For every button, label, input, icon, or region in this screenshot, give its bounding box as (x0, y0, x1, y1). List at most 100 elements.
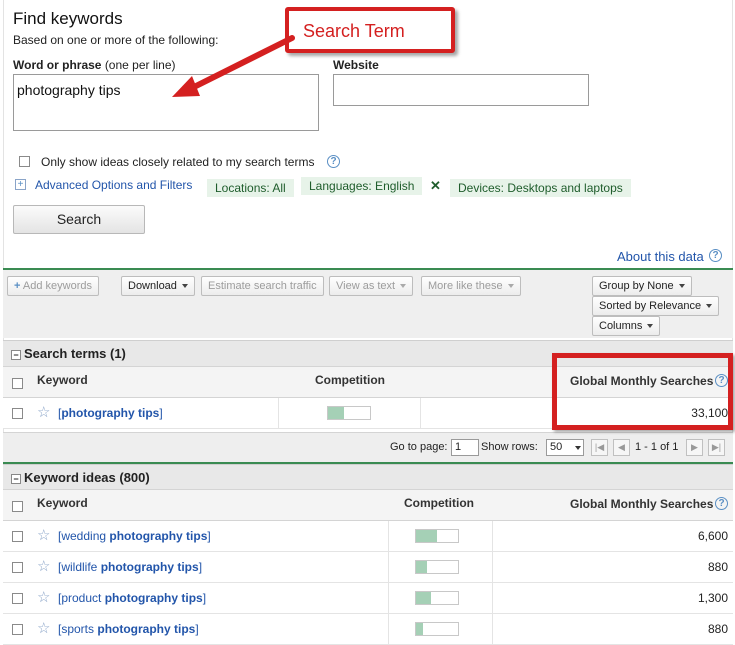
select-all-checkbox[interactable] (12, 378, 23, 389)
searches-column-header[interactable]: Global Monthly Searches (570, 497, 713, 511)
keyword-suffix: ] (207, 529, 211, 543)
row-checkbox[interactable] (12, 408, 23, 419)
competition-bar (415, 529, 459, 543)
chip-locations[interactable]: Locations: All (207, 179, 294, 197)
column-divider (492, 614, 493, 644)
keyword-column-header[interactable]: Keyword (37, 496, 88, 510)
help-icon[interactable]: ? (327, 155, 340, 168)
keyword-link[interactable]: [product photography tips] (58, 591, 206, 605)
collapse-icon[interactable]: − (11, 349, 21, 360)
add-keywords-label: Add keywords (22, 280, 92, 292)
download-label: Download (128, 280, 177, 292)
sorted-by-label: Sorted by Relevance (599, 300, 702, 312)
website-input[interactable] (333, 74, 589, 106)
competition-fill (416, 623, 423, 635)
chevron-down-icon (706, 304, 713, 309)
download-button[interactable]: Download (121, 276, 195, 296)
chevron-down-icon (678, 284, 685, 289)
keyword-prefix: [wildlife (58, 560, 101, 574)
more-like-these-label: More like these (428, 280, 503, 292)
keyword-link[interactable]: [sports photography tips] (58, 622, 199, 636)
chevron-down-icon (181, 284, 188, 289)
column-divider (492, 521, 493, 551)
columns-label: Columns (599, 320, 643, 332)
remove-language-icon[interactable]: ✕ (430, 178, 441, 194)
add-keywords-button[interactable]: + Add keywords (7, 276, 99, 296)
keyword-link[interactable]: [photography tips] (58, 406, 163, 420)
search-terms-title: Search terms (1) (24, 346, 126, 361)
keyword-suffix: ] (198, 560, 203, 574)
column-divider (278, 398, 279, 428)
collapse-icon[interactable]: − (11, 473, 21, 484)
chevron-down-icon (400, 284, 407, 289)
row-checkbox[interactable] (12, 624, 23, 635)
keyword-link[interactable]: [wildlife photography tips] (58, 560, 202, 574)
competition-fill (328, 407, 344, 419)
keyword-match: photography tips (100, 560, 199, 574)
highlight-box (552, 353, 733, 430)
keyword-prefix: [sports (58, 622, 98, 636)
keyword-match: photography tips (104, 591, 203, 605)
star-icon[interactable]: ☆ (37, 559, 50, 574)
keyword-suffix: ] (202, 591, 207, 605)
about-help-icon[interactable]: ? (709, 249, 722, 262)
page-range-text: 1 - 1 of 1 (635, 441, 679, 453)
competition-fill (416, 561, 428, 573)
first-page-icon[interactable]: |◀ (591, 439, 608, 456)
go-to-page-label: Go to page: (390, 441, 448, 453)
plus-icon[interactable]: + (15, 179, 26, 190)
competition-column-header[interactable]: Competition (315, 373, 385, 387)
row-checkbox[interactable] (12, 593, 23, 604)
advanced-options-link[interactable]: Advanced Options and Filters (35, 178, 192, 192)
view-as-text-label: View as text (336, 280, 396, 292)
keyword-ideas-header[interactable]: − Keyword ideas (800) (3, 464, 733, 490)
closely-related-checkbox[interactable] (19, 156, 30, 167)
group-by-button[interactable]: Group by None (592, 276, 692, 296)
arrow-icon (172, 35, 295, 97)
table-row: ☆ [wildlife photography tips] 880 (3, 552, 733, 583)
table-row: ☆ [product photography tips] 1,300 (3, 583, 733, 614)
chevron-down-icon (507, 284, 514, 289)
keyword-prefix: [wedding (58, 529, 110, 543)
sorted-by-button[interactable]: Sorted by Relevance (592, 296, 720, 316)
columns-button[interactable]: Columns (592, 316, 661, 336)
row-checkbox[interactable] (12, 562, 23, 573)
rows-per-page-select[interactable]: 50 (546, 439, 584, 456)
searches-help-icon[interactable]: ? (715, 497, 728, 510)
keyword-match: photography tips (61, 406, 160, 420)
star-icon[interactable]: ☆ (37, 590, 50, 605)
page-title: Find keywords (13, 9, 123, 28)
column-divider (388, 521, 389, 551)
column-divider (388, 552, 389, 582)
estimate-traffic-button[interactable]: Estimate search traffic (201, 276, 324, 296)
keyword-column-header[interactable]: Keyword (37, 373, 88, 387)
competition-bar (327, 406, 371, 420)
competition-bar (415, 560, 459, 574)
row-checkbox[interactable] (12, 531, 23, 542)
star-icon[interactable]: ☆ (37, 621, 50, 636)
about-data-link[interactable]: About this data (617, 249, 704, 264)
column-divider (492, 583, 493, 613)
select-all-checkbox[interactable] (12, 501, 23, 512)
keyword-suffix: ] (195, 622, 199, 636)
competition-column-header[interactable]: Competition (404, 496, 474, 510)
view-as-text-button[interactable]: View as text (329, 276, 414, 296)
search-term-callout: Search Term (285, 7, 455, 53)
keyword-link[interactable]: [wedding photography tips] (58, 529, 211, 543)
keyword-match: photography tips (97, 622, 196, 636)
monthly-searches: 1,300 (697, 591, 728, 605)
rows-per-page-value: 50 (550, 441, 563, 453)
chip-languages[interactable]: Languages: English (301, 177, 423, 195)
chip-devices[interactable]: Devices: Desktops and laptops (450, 179, 631, 197)
prev-page-icon[interactable]: ◀ (613, 439, 630, 456)
star-icon[interactable]: ☆ (37, 405, 50, 420)
keyword-suffix: ] (159, 406, 163, 420)
page-number-input[interactable]: 1 (451, 439, 479, 456)
more-like-these-button[interactable]: More like these (421, 276, 521, 296)
monthly-searches: 6,600 (697, 529, 728, 543)
next-page-icon[interactable]: ▶ (686, 439, 703, 456)
star-icon[interactable]: ☆ (37, 528, 50, 543)
search-button[interactable]: Search (13, 205, 145, 234)
table-row: ☆ [wedding photography tips] 6,600 (3, 521, 733, 552)
last-page-icon[interactable]: ▶| (708, 439, 725, 456)
